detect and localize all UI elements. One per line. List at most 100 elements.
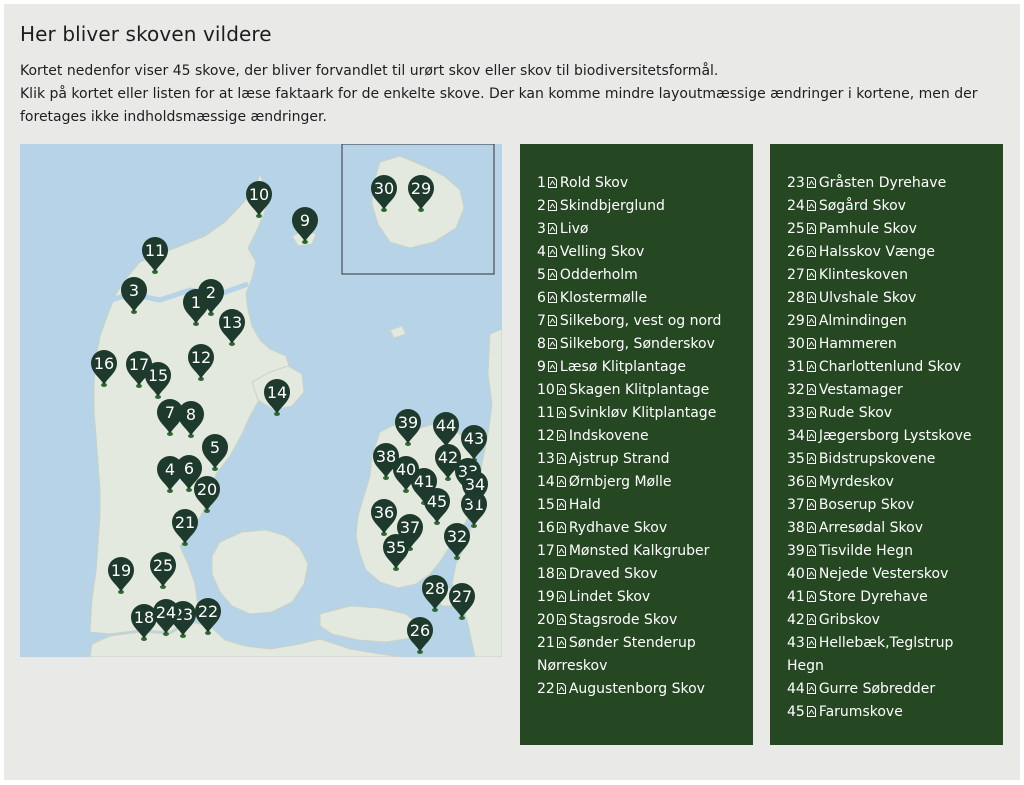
forest-list-item[interactable]: 40 Nejede Vesterskov <box>787 563 993 586</box>
forest-name-link[interactable]: Gråsten Dyrehave <box>819 175 946 191</box>
forest-name-link[interactable]: Gribskov <box>819 612 880 628</box>
forest-list-item[interactable]: 31 Charlottenlund Skov <box>787 356 993 379</box>
forest-list-item[interactable]: 19 Lindet Skov <box>537 586 743 609</box>
forest-name-link[interactable]: Mønsted Kalkgruber <box>569 543 710 559</box>
pin-label: 13 <box>222 313 242 332</box>
forest-list-item[interactable]: 8 Silkeborg, Sønderskov <box>537 333 743 356</box>
forest-list-item[interactable]: 18 Draved Skov <box>537 563 743 586</box>
forest-list-item[interactable]: 32 Vestamager <box>787 379 993 402</box>
forest-list-item[interactable]: 21 Sønder Stenderup Nørreskov <box>537 632 743 678</box>
forest-list-item[interactable]: 43 Hellebæk,Teglstrup Hegn <box>787 632 993 678</box>
forest-name-link[interactable]: Odderholm <box>560 267 638 283</box>
forest-name-link[interactable]: Myrdeskov <box>819 474 894 490</box>
forest-list-item[interactable]: 37 Boserup Skov <box>787 494 993 517</box>
forest-name-link[interactable]: Ørnbjerg Mølle <box>569 474 672 490</box>
forest-list-item[interactable]: 34 Jægersborg Lystskove <box>787 425 993 448</box>
forest-name-link[interactable]: Lindet Skov <box>569 589 650 605</box>
forest-name-link[interactable]: Skindbjerglund <box>560 198 665 214</box>
forest-list-item[interactable]: 14 Ørnbjerg Mølle <box>537 471 743 494</box>
forest-list-item[interactable]: 41 Store Dyrehave <box>787 586 993 609</box>
forest-list-item[interactable]: 1 Rold Skov <box>537 172 743 195</box>
forest-list-item[interactable]: 9 Læsø Klitplantage <box>537 356 743 379</box>
forest-name-link[interactable]: Nejede Vesterskov <box>819 566 949 582</box>
forest-name-link[interactable]: Klinteskoven <box>819 267 908 283</box>
forest-list-item[interactable]: 28 Ulvshale Skov <box>787 287 993 310</box>
forest-list-item[interactable]: 36 Myrdeskov <box>787 471 993 494</box>
forest-list-item[interactable]: 24 Søgård Skov <box>787 195 993 218</box>
forest-list-item[interactable]: 45 Farumskove <box>787 701 993 724</box>
forest-list-item[interactable]: 5 Odderholm <box>537 264 743 287</box>
lolland-land <box>319 605 421 643</box>
forest-list-item[interactable]: 35 Bidstrupskovene <box>787 448 993 471</box>
forest-list-item[interactable]: 33 Rude Skov <box>787 402 993 425</box>
forest-list-item[interactable]: 17 Mønsted Kalkgruber <box>537 540 743 563</box>
forest-list-item[interactable]: 7 Silkeborg, vest og nord <box>537 310 743 333</box>
forest-name-link[interactable]: Vestamager <box>819 382 903 398</box>
forest-name-link[interactable]: Halsskov Vænge <box>819 244 935 260</box>
forest-name-link[interactable]: Svinkløv Klitplantage <box>569 405 716 421</box>
forest-list-item[interactable]: 39 Tisvilde Hegn <box>787 540 993 563</box>
forest-list-item[interactable]: 20 Stagsrode Skov <box>537 609 743 632</box>
forest-name-link[interactable]: Rold Skov <box>560 175 628 191</box>
forest-list-item[interactable]: 44 Gurre Søbredder <box>787 678 993 701</box>
forest-name-link[interactable]: Store Dyrehave <box>819 589 928 605</box>
forest-name-link[interactable]: Ulvshale Skov <box>819 290 916 306</box>
forest-list-item[interactable]: 11 Svinkløv Klitplantage <box>537 402 743 425</box>
forest-name-link[interactable]: Klostermølle <box>560 290 647 306</box>
forest-name-link[interactable]: Læsø Klitplantage <box>560 359 686 375</box>
forest-list-item[interactable]: 4 Velling Skov <box>537 241 743 264</box>
forest-name-link[interactable]: Rydhave Skov <box>569 520 667 536</box>
forest-name-link[interactable]: Jægersborg Lystskove <box>819 428 972 444</box>
forest-name-link[interactable]: Stagsrode Skov <box>569 612 677 628</box>
forest-name-link[interactable]: Velling Skov <box>560 244 644 260</box>
forest-name-link[interactable]: Ajstrup Strand <box>569 451 670 467</box>
forest-list-right: 23 Gråsten Dyrehave 24 Søgård Skov 25 Pamhule… <box>770 144 1003 745</box>
forest-list-item[interactable]: 3 Livø <box>537 218 743 241</box>
forest-name-link[interactable]: Hald <box>569 497 601 513</box>
forest-name-link[interactable]: Silkeborg, Sønderskov <box>560 336 715 352</box>
map-pin-icon[interactable]: 14 <box>264 379 290 414</box>
forest-number: 20 <box>537 612 555 628</box>
forest-list-item[interactable]: 10 Skagen Klitplantage <box>537 379 743 402</box>
forest-name-link[interactable]: Gurre Søbredder <box>819 681 935 697</box>
forest-name-link[interactable]: Bidstrupskovene <box>819 451 936 467</box>
pin-label: 25 <box>153 556 173 575</box>
map-canvas[interactable]: 1234567 8910111213141516 17181920212223242… <box>20 144 502 657</box>
forest-list-item[interactable]: 42 Gribskov <box>787 609 993 632</box>
forest-name-link[interactable]: Livø <box>560 221 589 237</box>
forest-name-link[interactable]: Silkeborg, vest og nord <box>560 313 722 329</box>
forest-name-link[interactable]: Tisvilde Hegn <box>819 543 913 559</box>
forest-list-item[interactable]: 13 Ajstrup Strand <box>537 448 743 471</box>
forest-list-item[interactable]: 30 Hammeren <box>787 333 993 356</box>
forest-name-link[interactable]: Hammeren <box>819 336 897 352</box>
forest-name-link[interactable]: Draved Skov <box>569 566 658 582</box>
denmark-forest-map[interactable]: 1 2 3 4 5 6 7 8 9 10 11 12 13 14 15 16 17 18 19 20 21 22 23 24 2… <box>20 144 502 657</box>
forest-list-item[interactable]: 23 Gråsten Dyrehave <box>787 172 993 195</box>
forest-list-item[interactable]: 26 Halsskov Vænge <box>787 241 993 264</box>
forest-number: 9 <box>537 359 546 375</box>
forest-name-link[interactable]: Indskovene <box>569 428 649 444</box>
forest-list-item[interactable]: 29 Almindingen <box>787 310 993 333</box>
forest-list-item[interactable]: 16 Rydhave Skov <box>537 517 743 540</box>
forest-name-link[interactable]: Rude Skov <box>819 405 892 421</box>
forest-name-link[interactable]: Charlottenlund Skov <box>819 359 961 375</box>
forest-list-item[interactable]: 25 Pamhule Skov <box>787 218 993 241</box>
forest-name-link[interactable]: Almindingen <box>819 313 907 329</box>
forest-name-link[interactable]: Pamhule Skov <box>819 221 917 237</box>
forest-list-item[interactable]: 6 Klostermølle <box>537 287 743 310</box>
forest-name-link[interactable]: Boserup Skov <box>819 497 914 513</box>
forest-name-link[interactable]: Augustenborg Skov <box>569 681 705 697</box>
pin-label: 26 <box>410 621 430 640</box>
forest-list-item[interactable]: 15 Hald <box>537 494 743 517</box>
forest-list-item[interactable]: 2 Skindbjerglund <box>537 195 743 218</box>
forest-list-item[interactable]: 12 Indskovene <box>537 425 743 448</box>
forest-list-item[interactable]: 27 Klinteskoven <box>787 264 993 287</box>
forest-name-link[interactable]: Arresødal Skov <box>819 520 923 536</box>
forest-name-link[interactable]: Søgård Skov <box>819 198 906 214</box>
pin-label: 41 <box>414 472 434 491</box>
forest-name-link[interactable]: Farumskove <box>819 704 903 720</box>
forest-name-link[interactable]: Skagen Klitplantage <box>569 382 709 398</box>
forest-list-item[interactable]: 22 Augustenborg Skov <box>537 678 743 701</box>
forest-list-item[interactable]: 38 Arresødal Skov <box>787 517 993 540</box>
map-pin-icon[interactable]: 26 <box>407 617 433 652</box>
